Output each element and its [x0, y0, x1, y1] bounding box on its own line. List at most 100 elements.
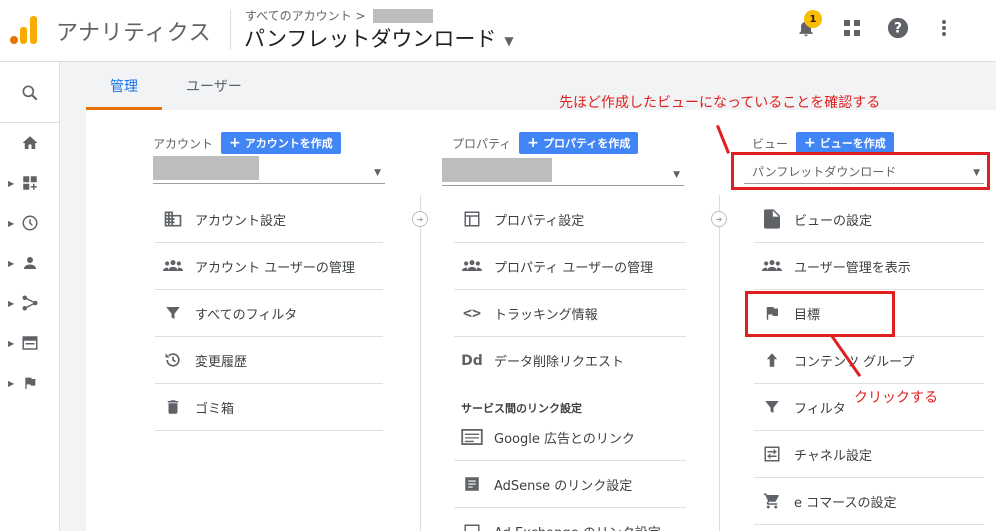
annotation-view-selector-box — [731, 152, 990, 190]
help-button[interactable]: ? — [886, 16, 910, 40]
adsense-icon — [460, 472, 484, 496]
breadcrumb[interactable]: すべてのアカウント > — [245, 7, 433, 24]
notification-badge: 1 — [804, 10, 822, 28]
plus-icon: + — [527, 135, 540, 151]
ads-icon — [460, 425, 484, 449]
history-icon — [161, 348, 185, 372]
ecommerce-settings-item[interactable]: e コマースの設定 — [754, 478, 984, 525]
users-icon — [161, 254, 185, 278]
column-divider — [420, 195, 421, 531]
app-name: アナリティクス — [56, 21, 212, 46]
apps-button[interactable] — [840, 16, 864, 40]
view-column-label: ビュー — [752, 136, 789, 151]
breadcrumb-label: すべてのアカウント > — [245, 9, 366, 23]
home-icon — [22, 136, 38, 149]
view-selector[interactable]: パンフレットダウンロード ▼ — [244, 23, 514, 53]
audience-button[interactable]: ▶ — [0, 248, 60, 278]
create-view-button[interactable]: + ビューを作成 — [796, 132, 894, 154]
redacted-account-selector — [153, 156, 259, 180]
account-settings-item[interactable]: アカウント設定 — [155, 196, 383, 243]
expand-arrow-icon: ▶ — [8, 338, 15, 348]
property-settings-item[interactable]: プロパティ設定 — [454, 196, 686, 243]
top-header: アナリティクス すべてのアカウント > パンフレットダウンロード ▼ 1 ? — [0, 0, 996, 62]
building-icon — [161, 207, 185, 231]
tab-admin[interactable]: 管理 — [110, 76, 138, 96]
analytics-logo-icon[interactable] — [10, 16, 38, 44]
property-column-label: プロパティ — [452, 136, 512, 151]
view-title: パンフレットダウンロード — [244, 27, 497, 51]
expand-arrow-icon: ▶ — [8, 258, 15, 268]
content-group-icon — [760, 348, 784, 372]
google-ads-linking-item[interactable]: Google 広告とのリンク — [454, 414, 686, 461]
dropdown-arrow-icon: ▼ — [673, 170, 680, 180]
change-history-item[interactable]: 変更履歴 — [155, 337, 383, 384]
acquisition-button[interactable]: ▶ — [0, 288, 60, 318]
help-icon: ? — [887, 17, 909, 39]
document-icon — [760, 207, 784, 231]
search-icon — [22, 85, 38, 101]
property-icon — [460, 207, 484, 231]
users-icon — [760, 254, 784, 278]
property-column-header: プロパティ + プロパティを作成 — [452, 132, 639, 154]
redacted-property-selector — [442, 158, 552, 182]
clock-icon — [22, 215, 38, 231]
code-icon: <> — [462, 304, 482, 322]
tab-user[interactable]: ユーザー — [186, 76, 242, 96]
acquisition-icon — [22, 295, 38, 311]
more-options-button[interactable] — [932, 16, 956, 40]
dashboard-add-icon — [23, 176, 37, 190]
dropdown-arrow-icon: ▼ — [374, 168, 381, 178]
adx-icon — [460, 520, 484, 531]
annotation-confirm-view: 先ほど作成したビューになっていることを確認する — [559, 95, 881, 111]
trash-item[interactable]: ゴミ箱 — [155, 384, 383, 431]
apps-grid-icon — [844, 20, 860, 36]
content-grouping-item[interactable]: コンテンツ グループ — [754, 337, 984, 384]
property-selector[interactable]: ▼ — [442, 158, 684, 186]
realtime-button[interactable]: ▶ — [0, 208, 60, 238]
view-settings-item[interactable]: ビューの設定 — [754, 196, 984, 243]
adsense-linking-item[interactable]: AdSense のリンク設定 — [454, 461, 686, 508]
create-account-button[interactable]: + アカウントを作成 — [221, 132, 341, 154]
caret-down-icon: ▼ — [504, 34, 514, 48]
redacted-account-name — [372, 8, 433, 23]
account-column-label: アカウント — [153, 136, 214, 151]
all-filters-item[interactable]: すべてのフィルタ — [155, 290, 383, 337]
annotation-click: クリックする — [854, 390, 938, 406]
person-icon — [24, 257, 36, 269]
behavior-icon — [22, 336, 38, 350]
account-selector[interactable]: ▼ — [153, 156, 385, 184]
arrow-right-icon: ➔ — [412, 211, 428, 227]
behavior-button[interactable]: ▶ — [0, 328, 60, 358]
rail-divider — [0, 122, 60, 123]
filter-icon — [161, 301, 185, 325]
expand-arrow-icon: ▶ — [8, 178, 15, 188]
data-deletion-request-item[interactable]: Dd データ削除リクエスト — [454, 337, 686, 384]
create-property-button[interactable]: + プロパティを作成 — [519, 132, 639, 154]
expand-arrow-icon: ▶ — [8, 298, 15, 308]
annotation-goals-box — [745, 291, 895, 337]
search-button[interactable] — [0, 78, 60, 108]
account-user-management-item[interactable]: アカウント ユーザーの管理 — [155, 243, 383, 290]
customization-button[interactable]: ▶ — [0, 168, 60, 198]
column-divider — [719, 195, 720, 531]
channel-settings-item[interactable]: チャネル設定 — [754, 431, 984, 478]
conversions-button[interactable]: ▶ — [0, 368, 60, 398]
plus-icon: + — [229, 135, 241, 151]
cart-icon — [760, 489, 784, 513]
expand-arrow-icon: ▶ — [8, 378, 15, 388]
svg-text:?: ? — [894, 21, 902, 37]
filter-icon — [760, 395, 784, 419]
home-button[interactable] — [0, 128, 60, 158]
dd-icon: Dd — [461, 352, 483, 369]
arrow-right-icon: ➔ — [711, 211, 727, 227]
property-user-management-item[interactable]: プロパティ ユーザーの管理 — [454, 243, 686, 290]
view-user-management-item[interactable]: ユーザー管理を表示 — [754, 243, 984, 290]
channel-icon — [760, 442, 784, 466]
tracking-info-item[interactable]: <> トラッキング情報 — [454, 290, 686, 337]
notifications-button[interactable]: 1 — [794, 10, 822, 40]
flag-icon — [25, 377, 36, 389]
users-icon — [460, 254, 484, 278]
account-column-header: アカウント + アカウントを作成 — [153, 132, 341, 154]
ad-exchange-linking-item[interactable]: Ad Exchange のリンク設定 — [454, 508, 686, 531]
left-nav-rail: ▶ ▶ ▶ ▶ ▶ ▶ — [0, 62, 60, 531]
